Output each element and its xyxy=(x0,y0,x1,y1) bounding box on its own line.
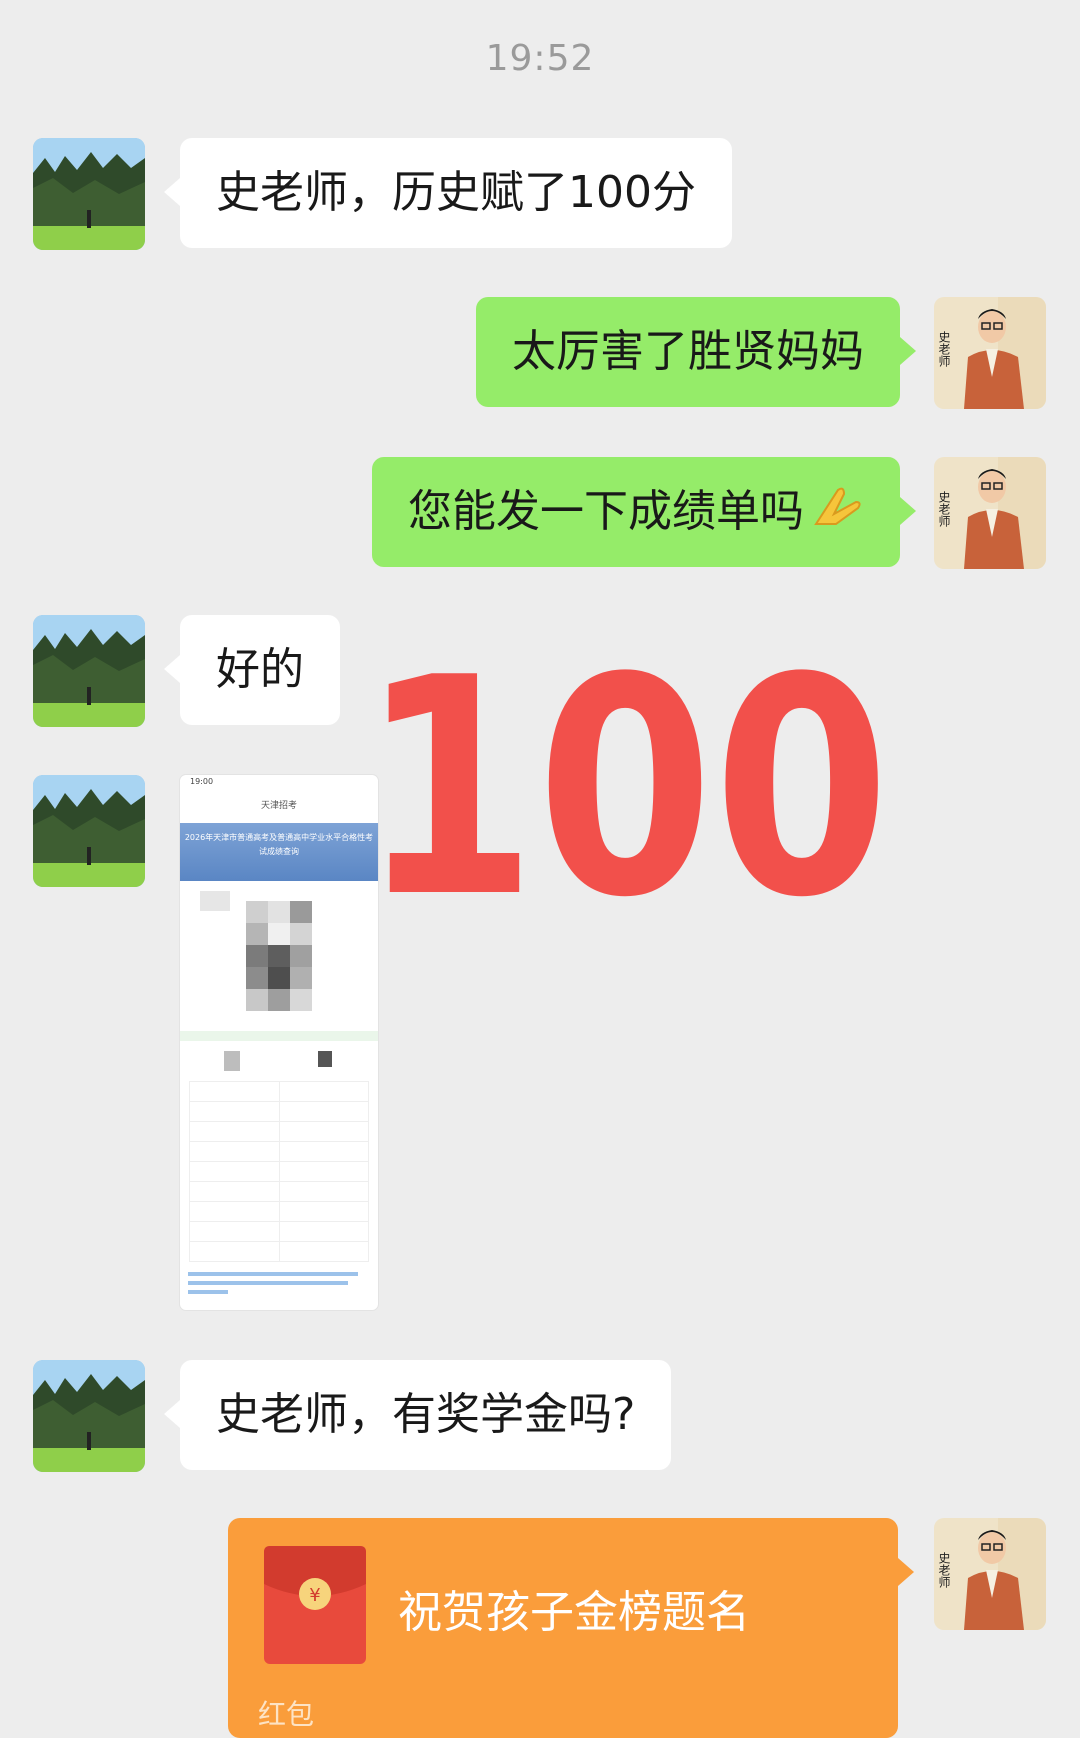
avatar-label: 史老师 xyxy=(937,491,951,527)
folded-hands-icon xyxy=(810,459,864,569)
teacher-portrait-image: 史老师 xyxy=(934,297,1046,409)
score-100-overlay: 100 xyxy=(360,640,890,920)
landscape-avatar-image xyxy=(33,138,145,250)
blurred-photo xyxy=(180,881,378,1081)
screenshot-status-time: 19:00 xyxy=(190,777,214,786)
avatar-label: 史老师 xyxy=(937,1552,951,1588)
red-envelope-icon: ¥ xyxy=(264,1546,366,1664)
screenshot-title: 天津招考 xyxy=(260,801,297,811)
landscape-avatar-image xyxy=(33,775,145,887)
message-bubble-incoming[interactable]: 史老师，历史赋了100分 xyxy=(164,138,732,248)
teacher-avatar[interactable]: 史老师 xyxy=(934,457,1046,569)
score-report-screenshot[interactable]: 19:00 天津招考 2026年天津市普通高考及普通高中学业水平合格性考试成绩查… xyxy=(180,775,378,1310)
red-packet-label: 红包 xyxy=(258,1698,315,1731)
score-table xyxy=(189,1081,369,1262)
landscape-avatar-image xyxy=(33,1360,145,1472)
parent-avatar[interactable] xyxy=(33,1360,145,1472)
message-bubble-outgoing[interactable]: 您能发一下成绩单吗 xyxy=(372,457,916,569)
svg-text:¥: ¥ xyxy=(309,1585,320,1606)
landscape-avatar-image xyxy=(33,615,145,727)
parent-avatar[interactable] xyxy=(33,775,145,887)
screenshot-footnote xyxy=(180,1262,378,1307)
red-packet-card[interactable]: ¥ 祝贺孩子金榜题名 红包 xyxy=(228,1518,914,1738)
teacher-portrait-image: 史老师 xyxy=(934,457,1046,569)
message-text: 您能发一下成绩单吗 xyxy=(408,486,804,537)
parent-avatar[interactable] xyxy=(33,615,145,727)
message-bubble-incoming[interactable]: 史老师，有奖学金吗? xyxy=(163,1360,672,1470)
big-score-text: 100 xyxy=(360,640,890,920)
red-packet-title: 祝贺孩子金榜题名 xyxy=(398,1587,750,1638)
message-bubble-incoming[interactable]: 好的 xyxy=(164,615,340,725)
message-timestamp: 19:52 xyxy=(485,38,595,79)
screenshot-banner: 2026年天津市普通高考及普通高中学业水平合格性考试成绩查询 xyxy=(180,823,378,881)
message-bubble-outgoing[interactable]: 太厉害了胜贤妈妈 xyxy=(476,297,916,407)
teacher-avatar[interactable]: 史老师 xyxy=(934,1518,1046,1630)
teacher-portrait-image: 史老师 xyxy=(934,1518,1046,1630)
avatar-label: 史老师 xyxy=(937,331,951,367)
parent-avatar[interactable] xyxy=(33,138,145,250)
teacher-avatar[interactable]: 史老师 xyxy=(934,297,1046,409)
